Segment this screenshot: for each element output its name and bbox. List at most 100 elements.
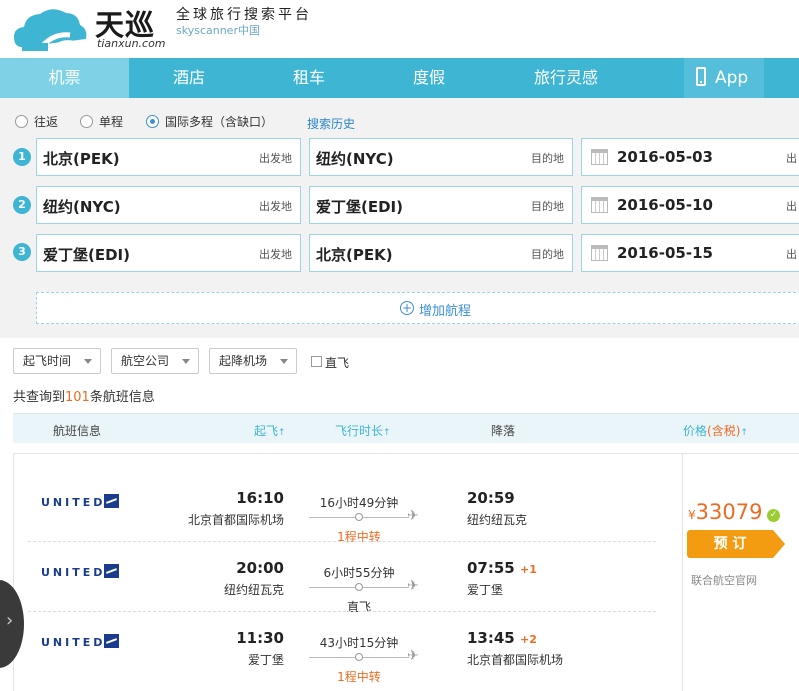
leg2-date-input[interactable]: 2016-05-10 出	[581, 186, 799, 224]
book-button[interactable]: 预 订	[687, 530, 785, 558]
flight-duration: 43小时15分钟	[319, 636, 399, 650]
calendar-icon	[591, 197, 608, 213]
results-column-header: 航班信息 起飞↑ 飞行时长↑ 降落 价格(含税)↑	[13, 413, 799, 443]
arrival-day-offset: +2	[519, 633, 537, 646]
col-price-sort[interactable]: 价格(含税)↑	[683, 422, 748, 439]
trip-type-label: 国际多程（含缺口）	[165, 115, 274, 129]
site-header: 天巡 tianxun.com 全球旅行搜索平台 skyscanner中国	[0, 0, 799, 58]
phone-icon	[696, 67, 706, 86]
flight-duration: 6小时55分钟	[323, 566, 395, 580]
stop-dot-icon	[355, 653, 363, 661]
radio-oneway[interactable]	[80, 115, 93, 128]
departure-time: 16:10	[236, 489, 284, 507]
origin-value: 纽约(NYC)	[43, 198, 121, 216]
currency-symbol: ¥	[688, 508, 696, 522]
stop-dot-icon	[355, 513, 363, 521]
sort-arrow-icon: ↑	[278, 428, 286, 438]
flight-segment[interactable]: UNITED 16:10 北京首都国际机场 16小时49分钟 ✈ 1程中转 20…	[14, 472, 656, 544]
leg3-origin-input[interactable]: 爱丁堡(EDI) 出发地	[36, 234, 301, 272]
united-globe-icon	[104, 564, 119, 578]
leg1-date-input[interactable]: 2016-05-03 出	[581, 138, 799, 176]
destination-value: 北京(PEK)	[316, 246, 393, 264]
trip-type-label: 单程	[99, 115, 124, 129]
col-flight-info: 航班信息	[53, 424, 102, 438]
departure-time: 20:00	[236, 559, 284, 577]
airport-filter[interactable]: 起降机场	[209, 348, 297, 374]
leg3-destination-input[interactable]: 北京(PEK) 目的地	[309, 234, 573, 272]
departure-time: 11:30	[236, 629, 284, 647]
result-count: 共查询到101条航班信息	[13, 386, 155, 405]
nav-item-car-rental[interactable]: 租车	[249, 58, 369, 98]
trip-type-label: 往返	[34, 115, 59, 129]
check-icon: ✓	[767, 509, 780, 522]
departure-time-filter[interactable]: 起飞时间	[13, 348, 101, 374]
flight-segment[interactable]: UNITED 20:00 纽约纽瓦克 6小时55分钟 ✈ 直飞 07:55 +1…	[14, 542, 656, 614]
price-value: 33079	[695, 500, 763, 524]
arrival-time: 07:55 +1	[467, 559, 537, 577]
destination-value: 爱丁堡(EDI)	[316, 198, 403, 216]
leg1-destination-input[interactable]: 纽约(NYC) 目的地	[309, 138, 573, 176]
cloud-logo-icon[interactable]	[12, 3, 90, 53]
arrival-time: 20:59	[467, 489, 515, 507]
nav-item-holidays[interactable]: 度假	[369, 58, 489, 98]
arrival-time-value: 20:59	[467, 489, 515, 507]
date-tag: 出	[786, 152, 797, 165]
search-history-link[interactable]: 搜索历史	[307, 115, 355, 132]
departure-airport: 北京首都国际机场	[187, 513, 284, 527]
col-arrive: 降落	[491, 424, 516, 438]
main-nav: 机票 酒店 租车 度假 旅行灵感 App	[0, 58, 799, 98]
airline-filter[interactable]: 航空公司	[111, 348, 199, 374]
arrival-airport: 北京首都国际机场	[467, 653, 564, 667]
date-value: 2016-05-15	[617, 244, 713, 262]
col-duration-label: 飞行时长	[335, 424, 384, 438]
nav-app-label: App	[715, 68, 749, 88]
radio-multicity[interactable]	[146, 115, 159, 128]
filter-label: 起飞时间	[23, 354, 72, 368]
origin-tag: 出发地	[259, 248, 292, 261]
radio-roundtrip[interactable]	[15, 115, 28, 128]
airline-logo: UNITED	[41, 636, 106, 649]
direct-checkbox[interactable]	[311, 356, 322, 367]
arrival-airport: 纽约纽瓦克	[467, 513, 528, 527]
stops-info[interactable]: 1程中转	[309, 668, 409, 685]
airline-logo: UNITED	[41, 566, 106, 579]
result-count-number: 101	[65, 390, 90, 405]
calendar-icon	[591, 245, 608, 261]
origin-tag: 出发地	[259, 152, 292, 165]
nav-app-button[interactable]: App	[684, 58, 764, 98]
destination-tag: 目的地	[531, 248, 564, 261]
nav-item-flights[interactable]: 机票	[0, 58, 129, 98]
direct-label[interactable]: 直飞	[325, 354, 349, 371]
provider-name[interactable]: 联合航空官网	[691, 572, 757, 588]
destination-tag: 目的地	[531, 200, 564, 213]
col-price-tax: (含税)	[707, 424, 741, 438]
leg-number-badge: 1	[13, 148, 31, 166]
col-depart-label: 起飞	[254, 424, 279, 438]
search-panel: 往返 单程 国际多程（含缺口） 搜索历史 1 北京(PEK) 出发地 纽约(NY…	[0, 98, 799, 338]
arrival-time: 13:45 +2	[467, 629, 537, 647]
sort-arrow-icon: ↑	[740, 428, 748, 438]
leg-number-badge: 3	[13, 243, 31, 261]
date-value: 2016-05-10	[617, 196, 713, 214]
add-leg-label: 增加航程	[419, 304, 472, 319]
brand-sub-tag: skyscanner中国	[176, 24, 260, 37]
date-value: 2016-05-03	[617, 148, 713, 166]
add-leg-button[interactable]: + 增加航程	[36, 292, 799, 324]
arrival-time-value: 13:45	[467, 629, 515, 647]
nav-item-inspiration[interactable]: 旅行灵感	[502, 58, 630, 98]
departure-airport: 爱丁堡	[247, 653, 284, 667]
nav-item-hotels[interactable]: 酒店	[129, 58, 249, 98]
result-count-prefix: 共查询到	[13, 390, 66, 405]
leg2-origin-input[interactable]: 纽约(NYC) 出发地	[36, 186, 301, 224]
united-globe-icon	[104, 634, 119, 648]
plane-icon: ✈	[407, 578, 419, 594]
flight-segment[interactable]: UNITED 11:30 爱丁堡 43小时15分钟 ✈ 1程中转 13:45 +…	[14, 612, 656, 685]
leg1-origin-input[interactable]: 北京(PEK) 出发地	[36, 138, 301, 176]
filter-label: 航空公司	[121, 354, 170, 368]
leg2-destination-input[interactable]: 爱丁堡(EDI) 目的地	[309, 186, 573, 224]
leg3-date-input[interactable]: 2016-05-15 出	[581, 234, 799, 272]
col-duration-sort[interactable]: 飞行时长↑	[335, 422, 391, 439]
col-depart-sort[interactable]: 起飞↑	[254, 422, 286, 439]
result-count-suffix: 条航班信息	[89, 390, 155, 405]
price-column: ¥33079 ✓ 预 订 联合航空官网	[682, 454, 799, 691]
